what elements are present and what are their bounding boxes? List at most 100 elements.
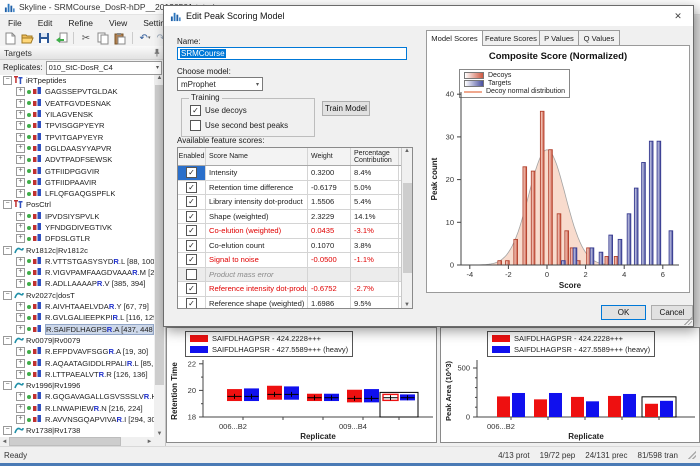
tree-peptide-row[interactable]: +R.EFPDVAVFSGGR.A [19, 30] xyxy=(0,346,154,357)
feature-row[interactable]: ✓Reference shape (weighted)1.69869.5% xyxy=(178,297,412,310)
expand-icon[interactable]: + xyxy=(16,133,25,142)
enabled-checkbox[interactable]: ✓ xyxy=(186,254,197,265)
tree-peptide-row[interactable]: +LFLQFGAQGSPFLK xyxy=(0,188,154,199)
tree-peptide-row[interactable]: +R.AQAATAGIDDLRPALIR.L [85, 1 xyxy=(0,357,154,368)
undo-icon[interactable]: ↶▾ xyxy=(138,31,152,45)
enabled-checkbox[interactable]: ✓ xyxy=(186,225,197,236)
feature-row[interactable]: ✓Intensity0.32008.4% xyxy=(178,166,412,181)
scroll-up-icon[interactable]: ▲ xyxy=(403,148,412,154)
expand-icon[interactable]: + xyxy=(16,234,25,243)
feature-row[interactable]: ✓Signal to noise-0.0500-1.1% xyxy=(178,253,412,268)
tree-peptide-row[interactable]: +R.SAIFDLHAGPSR.A [437, 448] xyxy=(0,324,154,335)
feature-row[interactable]: ✓Co-elution count0.10703.8% xyxy=(178,239,412,254)
expand-icon[interactable]: + xyxy=(16,279,25,288)
table-vscroll-thumb[interactable] xyxy=(403,183,412,273)
name-input[interactable]: SRMCourse xyxy=(177,47,407,60)
menu-file[interactable]: File xyxy=(0,16,30,30)
tree-protein-row[interactable]: −Rv1738|Rv1738 xyxy=(0,425,154,436)
dialog-title-bar[interactable]: Edit Peak Scoring Model xyxy=(164,6,693,26)
feature-row[interactable]: ✓Reference intensity dot-product-0.6752-… xyxy=(178,282,412,297)
tab-p-values[interactable]: P Values xyxy=(539,30,579,45)
enabled-checkbox[interactable]: ✓ xyxy=(186,240,197,251)
expand-icon[interactable]: + xyxy=(16,144,25,153)
tree-peptide-row[interactable]: +YILAGVENSK xyxy=(0,109,154,120)
collapse-icon[interactable]: − xyxy=(3,336,12,345)
tree-peptide-row[interactable]: +R.AVVNSGQAPVIVAR.I [294, 307 xyxy=(0,414,154,425)
expand-icon[interactable]: + xyxy=(16,121,25,130)
second-best-checkbox[interactable] xyxy=(190,120,201,131)
tab-q-values[interactable]: Q Values xyxy=(578,30,620,45)
feature-row[interactable]: ✓Retention time difference-0.61795.0% xyxy=(178,181,412,196)
tree-peptide-row[interactable]: +IPVDSIYSPVLK xyxy=(0,211,154,222)
expand-icon[interactable]: + xyxy=(16,325,25,334)
train-model-button[interactable]: Train Model xyxy=(322,101,370,116)
collapse-icon[interactable]: − xyxy=(3,246,12,255)
expand-icon[interactable]: + xyxy=(16,404,25,413)
tree-horizontal-scrollbar[interactable]: ◄ ► xyxy=(0,437,154,446)
cut-icon[interactable]: ✂ xyxy=(79,31,93,45)
collapse-icon[interactable]: − xyxy=(3,381,12,390)
replicates-select[interactable]: 010_StC-DosR_C4 ▾ xyxy=(46,61,162,75)
tree-protein-row[interactable]: −Rv1812c|Rv1812c xyxy=(0,244,154,255)
expand-icon[interactable]: + xyxy=(16,189,25,198)
expand-icon[interactable]: + xyxy=(16,155,25,164)
import-results-icon[interactable] xyxy=(54,31,68,45)
enabled-cell[interactable]: ✓ xyxy=(178,195,206,209)
enabled-checkbox[interactable]: ✓ xyxy=(186,211,197,222)
enabled-cell[interactable]: ✓ xyxy=(178,181,206,195)
tree-peptide-row[interactable]: +GAGSSEPVTGLDAK xyxy=(0,86,154,97)
expand-icon[interactable]: + xyxy=(16,212,25,221)
enabled-cell[interactable]: ✓ xyxy=(178,297,206,310)
scroll-down-icon[interactable]: ▼ xyxy=(154,431,165,437)
tree-peptide-row[interactable]: +YFNDGDIVEGTIVK xyxy=(0,222,154,233)
tree-peptide-row[interactable]: +VEATFGVDESNAK xyxy=(0,98,154,109)
collapse-icon[interactable]: − xyxy=(3,76,12,85)
dialog-resize-grip[interactable] xyxy=(684,317,692,325)
scroll-down-icon[interactable]: ▼ xyxy=(403,302,412,308)
expand-icon[interactable]: + xyxy=(16,223,25,232)
enabled-checkbox[interactable]: ✓ xyxy=(186,283,197,294)
expand-icon[interactable]: + xyxy=(16,359,25,368)
enabled-cell[interactable]: ✓ xyxy=(178,210,206,224)
expand-icon[interactable]: + xyxy=(16,167,25,176)
paste-icon[interactable] xyxy=(113,31,127,45)
save-icon[interactable] xyxy=(37,31,51,45)
tab-feature-scores[interactable]: Feature Scores xyxy=(482,30,540,45)
enabled-cell[interactable]: ✓ xyxy=(178,166,206,180)
tree-peptide-row[interactable]: +R.LTTPAEALVTR.R [126, 136] xyxy=(0,369,154,380)
enabled-cell[interactable]: ✓ xyxy=(178,239,206,253)
enabled-checkbox[interactable]: ✓ xyxy=(186,182,197,193)
tree-peptide-row[interactable]: +R.ADLLAAAAPR.V [385, 394] xyxy=(0,278,154,289)
new-document-icon[interactable] xyxy=(3,31,17,45)
tree-peptide-row[interactable]: +R.GVLGALIEEPKPIR.L [116, 129] xyxy=(0,312,154,323)
tree-peptide-row[interactable]: +R.VTTSTGASYSYDR.L [88, 100] xyxy=(0,256,154,267)
tree-peptide-row[interactable]: +GTFIIDPAAVIR xyxy=(0,177,154,188)
expand-icon[interactable]: + xyxy=(16,110,25,119)
expand-icon[interactable]: + xyxy=(16,302,25,311)
menu-view[interactable]: View xyxy=(101,16,135,30)
collapse-icon[interactable]: − xyxy=(3,426,12,435)
scroll-right-icon[interactable]: ► xyxy=(145,439,154,445)
enabled-checkbox[interactable]: ✓ xyxy=(186,167,197,178)
open-icon[interactable] xyxy=(20,31,34,45)
expand-icon[interactable]: + xyxy=(16,87,25,96)
use-decoys-row[interactable]: ✓ Use decoys xyxy=(190,105,247,116)
model-select[interactable]: mProphet ▾ xyxy=(177,77,263,91)
enabled-checkbox[interactable]: ✓ xyxy=(186,298,197,309)
tree-protein-row[interactable]: −PosCtrl xyxy=(0,199,154,210)
menu-refine[interactable]: Refine xyxy=(60,16,101,30)
ok-button[interactable]: OK xyxy=(601,305,646,320)
expand-icon[interactable]: + xyxy=(16,178,25,187)
tree-peptide-row[interactable]: +R.GQGAVAGALLGSVSSSLVR.H xyxy=(0,391,154,402)
menu-edit[interactable]: Edit xyxy=(30,16,61,30)
expand-icon[interactable]: + xyxy=(16,392,25,401)
tree-peptide-row[interactable]: +DFDSLGTLR xyxy=(0,233,154,244)
feature-row[interactable]: Product mass error xyxy=(178,268,412,283)
collapse-icon[interactable]: − xyxy=(3,200,12,209)
expand-icon[interactable]: + xyxy=(16,99,25,108)
enabled-checkbox[interactable] xyxy=(186,269,197,280)
second-best-row[interactable]: Use second best peaks xyxy=(190,120,288,131)
scroll-left-icon[interactable]: ◄ xyxy=(0,439,9,445)
enabled-cell[interactable] xyxy=(178,268,206,282)
tree-peptide-row[interactable]: +R.VIGVPAMFAAGDVAAAR.M [27 xyxy=(0,267,154,278)
